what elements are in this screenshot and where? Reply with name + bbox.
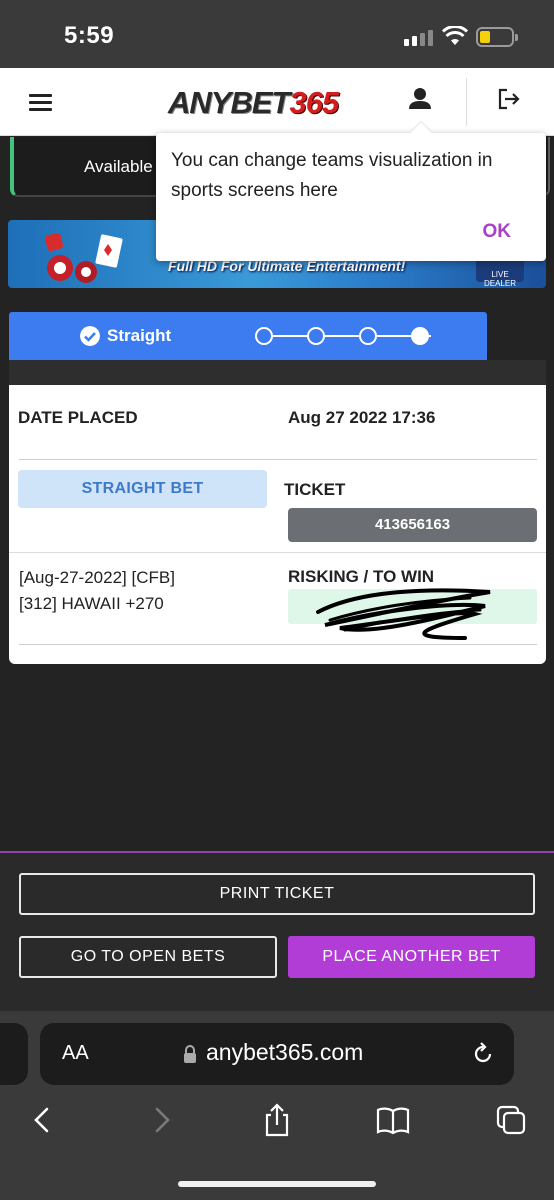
place-another-bet-button[interactable]: PLACE ANOTHER BET [288,936,535,978]
cellular-signal-icon [404,30,433,46]
header-divider [466,78,467,126]
battery-icon [476,27,518,47]
logo-text-anybet: ANYBET [168,85,290,120]
row-divider [19,459,537,460]
tabs-icon[interactable] [494,1103,528,1137]
step-dot [255,327,273,345]
tooltip-message: You can change teams visualization in sp… [171,150,493,201]
wager-type-label: Straight [107,326,172,345]
forward-icon[interactable] [144,1103,178,1137]
event-line-2: [312] HAWAII +270 [19,594,164,613]
address-bar[interactable]: AA anybet365.com [40,1023,514,1085]
date-placed-label: DATE PLACED [18,408,138,427]
receipt-header-bar [9,360,546,385]
step-dot [359,327,377,345]
bet-type-badge: STRAIGHT BET [18,470,267,508]
user-icon[interactable] [405,84,435,114]
url-text: anybet365.com [206,1039,364,1065]
wager-type-tab: Straight [9,312,487,360]
reload-icon[interactable] [470,1041,496,1067]
bookmarks-icon[interactable] [376,1103,410,1137]
share-icon[interactable] [260,1103,294,1137]
browser-toolbar: AA anybet365.com [0,1011,554,1200]
event-line-1: [Aug-27-2022] [CFB] [19,568,175,587]
menu-icon[interactable] [29,94,52,115]
redaction-scribble [316,588,491,640]
logo[interactable]: ANYBET365 [168,78,339,128]
action-panel: PRINT TICKET GO TO OPEN BETS PLACE ANOTH… [0,851,554,1011]
go-to-open-bets-button[interactable]: GO TO OPEN BETS [19,936,277,978]
wifi-icon [442,26,468,45]
row-divider [9,552,546,553]
step-dot [307,327,325,345]
teams-visualization-tooltip: You can change teams visualization in sp… [156,133,546,261]
step-dot-current [411,327,429,345]
date-placed-value: Aug 27 2022 17:36 [288,408,436,427]
home-indicator [178,1181,376,1187]
ticket-label: TICKET [284,480,346,499]
app-header: ANYBET365 [0,68,554,136]
ticket-number: 413656163 [288,508,537,542]
casino-chips-icon [44,232,123,283]
browser-nav-row [0,1099,554,1143]
lock-icon [184,1045,196,1063]
back-icon[interactable] [26,1103,60,1137]
previous-tab[interactable] [0,1023,28,1085]
status-bar: 5:59 [0,0,554,68]
available-label: Available [84,157,153,176]
check-circle-icon [80,326,100,346]
logo-text-365: 365 [289,85,339,120]
status-time: 5:59 [64,22,115,49]
reader-settings-button[interactable]: AA [62,1042,89,1065]
print-ticket-button[interactable]: PRINT TICKET [19,873,535,915]
step-progress [255,325,441,347]
tooltip-ok-button[interactable]: OK [483,221,512,243]
logout-icon[interactable] [494,84,524,114]
